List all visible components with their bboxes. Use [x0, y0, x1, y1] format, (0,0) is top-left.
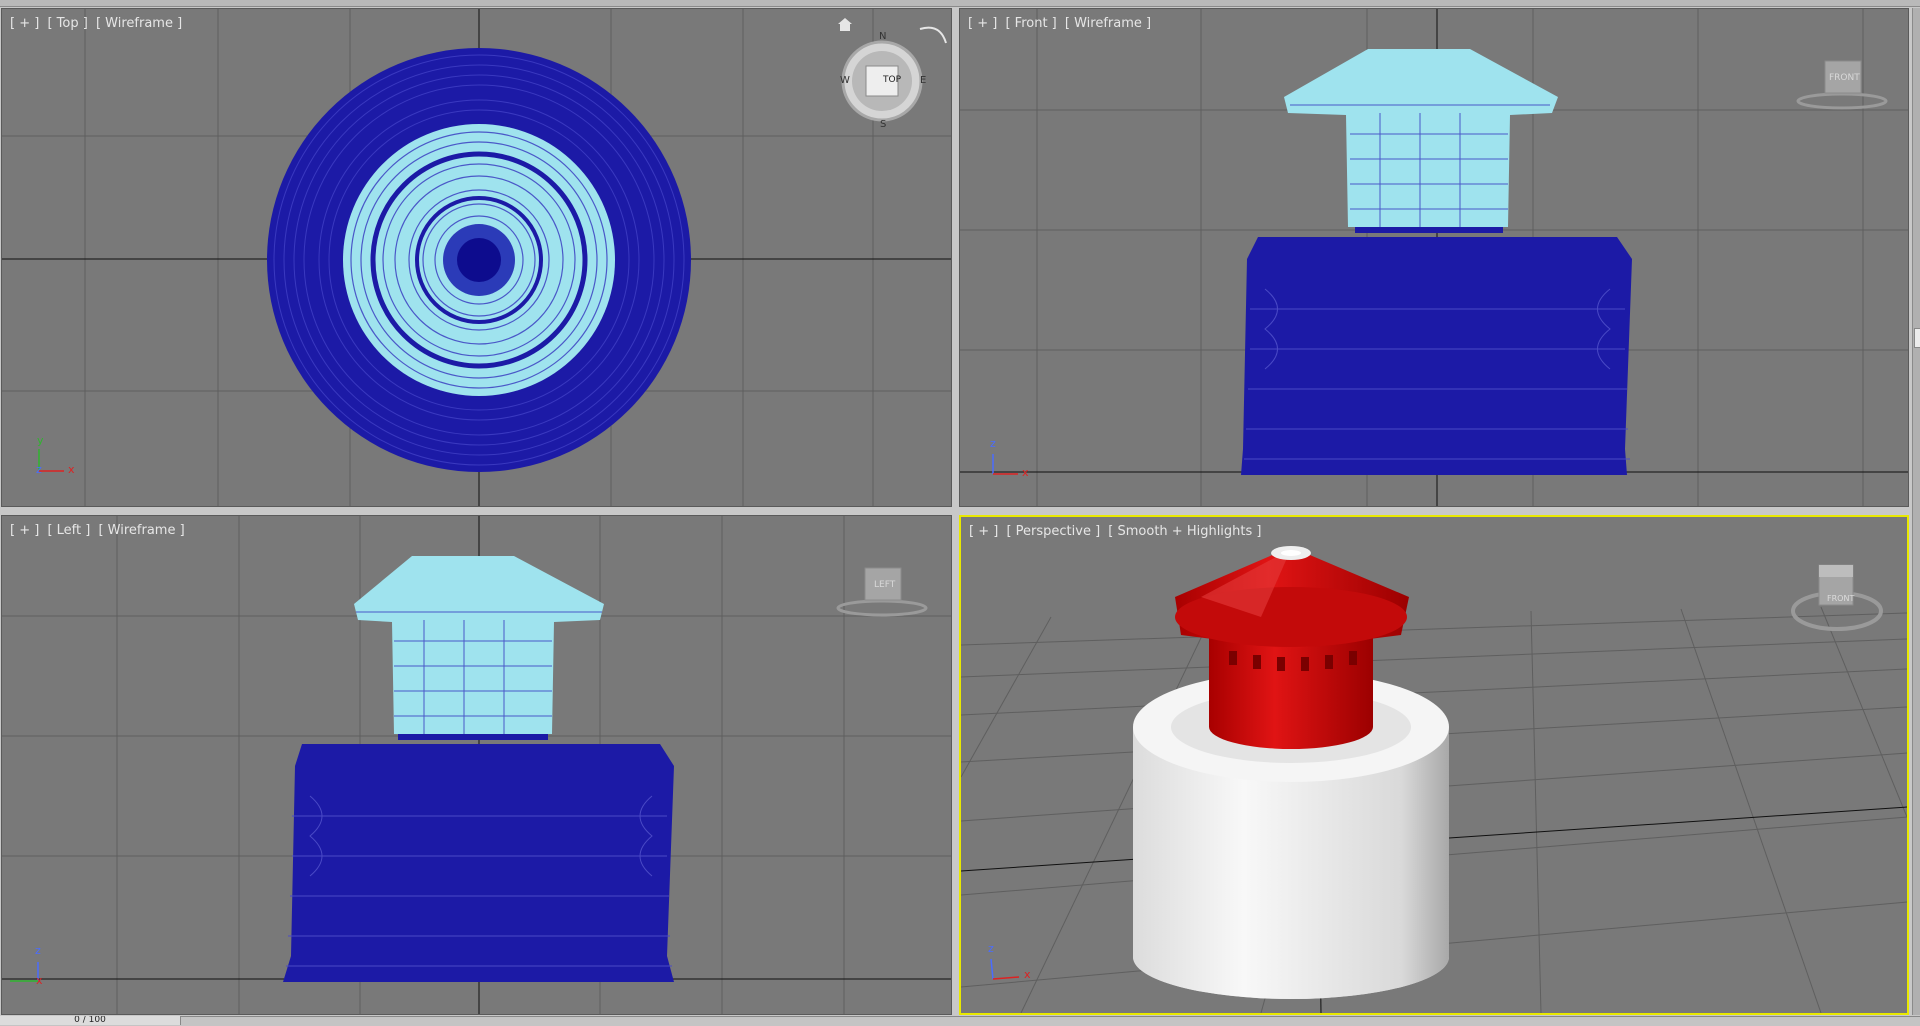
viewcube-left[interactable] [836, 567, 928, 617]
home-icon[interactable] [838, 18, 852, 31]
time-slider[interactable]: 0 / 100 [0, 1016, 181, 1025]
viewport-shading-mode[interactable]: [ Smooth + Highlights ] [1108, 524, 1261, 539]
viewcube-top[interactable] [841, 40, 923, 122]
left-view-canvas[interactable] [2, 516, 952, 1015]
viewport-front[interactable]: [ + ] [ Front ] [ Wireframe ] FRONT z x [959, 8, 1909, 507]
viewport-label-front[interactable]: [ + ] [ Front ] [ Wireframe ] [968, 16, 1155, 31]
viewport-view-name[interactable]: [ Top ] [47, 16, 87, 31]
viewport-view-name[interactable]: [ Perspective ] [1006, 524, 1100, 539]
viewcube-front[interactable] [1796, 60, 1888, 110]
axis-gizmo-perspective [990, 958, 1020, 980]
viewport-shading-mode[interactable]: [ Wireframe ] [96, 16, 182, 31]
viewport-menu-plus[interactable]: [ + ] [969, 524, 998, 539]
wireframe-body-front [1241, 237, 1632, 475]
wireframe-body-left [283, 744, 674, 982]
axis-label-z: z [35, 944, 41, 957]
axis-label-z: z [990, 437, 996, 450]
wireframe-cap-left [354, 556, 604, 740]
axis-label-x: x [68, 463, 75, 476]
viewcube-face-left[interactable]: LEFT [874, 580, 895, 590]
compass-west[interactable]: W [840, 75, 850, 86]
viewport-perspective[interactable]: [ + ] [ Perspective ] [ Smooth + Highlig… [959, 515, 1909, 1015]
axis-label-y: y [37, 434, 44, 447]
viewport-label-top[interactable]: [ + ] [ Top ] [ Wireframe ] [10, 16, 186, 31]
scroll-handle[interactable] [1914, 328, 1920, 348]
rendered-bottle-cap[interactable] [1133, 546, 1449, 999]
axis-label-z: z [36, 463, 42, 476]
axis-label-x: x [1022, 466, 1029, 479]
axis-gizmo-left [10, 962, 39, 982]
viewport-menu-plus[interactable]: [ + ] [10, 523, 39, 538]
viewcube-face-top[interactable]: TOP [883, 75, 901, 85]
viewport-shading-mode[interactable]: [ Wireframe ] [1065, 16, 1151, 31]
viewport-left[interactable]: [ + ] [ Left ] [ Wireframe ] LEFT z x [1, 515, 952, 1015]
axis-label-x: x [1024, 968, 1031, 981]
viewcube-face-front[interactable]: FRONT [1827, 594, 1854, 603]
wireframe-cap-top [267, 48, 691, 472]
top-view-canvas[interactable] [2, 9, 952, 507]
compass-north[interactable]: N [879, 31, 886, 42]
viewcube-face-front[interactable]: FRONT [1829, 73, 1860, 83]
viewport-view-name[interactable]: [ Front ] [1005, 16, 1056, 31]
orbit-arrow-icon[interactable] [919, 26, 947, 44]
wireframe-cap-front [1284, 49, 1558, 233]
axis-gizmo-front [992, 454, 1018, 475]
viewport-view-name[interactable]: [ Left ] [47, 523, 90, 538]
axis-gizmo-top [38, 449, 64, 472]
perspective-view-canvas[interactable] [961, 517, 1907, 1013]
viewport-menu-plus[interactable]: [ + ] [10, 16, 39, 31]
front-view-canvas[interactable] [960, 9, 1909, 507]
viewport-top[interactable]: [ + ] [ Top ] [ Wireframe ] TOP N S E W … [1, 8, 952, 507]
menu-strip [0, 0, 1920, 7]
viewport-label-perspective[interactable]: [ + ] [ Perspective ] [ Smooth + Highlig… [969, 524, 1266, 539]
compass-south[interactable]: S [880, 119, 886, 130]
viewport-scroll-edge[interactable] [1912, 8, 1920, 1015]
axis-label-z: z [988, 942, 994, 955]
viewport-shading-mode[interactable]: [ Wireframe ] [98, 523, 184, 538]
axis-label-x: x [36, 974, 43, 987]
viewport-menu-plus[interactable]: [ + ] [968, 16, 997, 31]
compass-east[interactable]: E [920, 75, 926, 86]
viewport-label-left[interactable]: [ + ] [ Left ] [ Wireframe ] [10, 523, 189, 538]
